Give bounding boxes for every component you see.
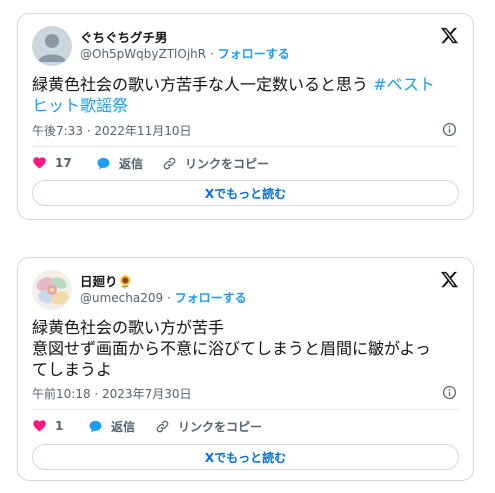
author-name-row: 日廻り🌻 [80, 271, 133, 290]
copy-link-label: リンクをコピー [185, 157, 270, 171]
reply-button[interactable]: 返信 [96, 155, 143, 172]
like-count: 17 [55, 155, 72, 170]
copy-link-label: リンクをコピー [178, 420, 263, 434]
copy-link-button[interactable]: リンクをコピー [162, 155, 269, 172]
reply-bubble-icon [89, 420, 102, 433]
author-name[interactable]: 日廻り [80, 274, 118, 289]
separator-dot: · [166, 291, 171, 305]
hashtag-link-continued[interactable]: ヒット歌謡祭 [32, 96, 128, 115]
timestamp[interactable]: 午後7:33 · 2022年11月10日 [32, 122, 191, 139]
tweet-text-line: 緑黄色社会の歌い方が苦手 [32, 318, 225, 337]
sunflower-emoji: 🌻 [117, 274, 134, 289]
hashtag-link[interactable]: #ベスト [373, 75, 435, 94]
x-logo-icon[interactable] [440, 270, 459, 289]
info-icon[interactable] [442, 385, 457, 400]
tweet-text: 緑黄色社会の歌い方苦手な人一定数いると思う #ベスト ヒット歌謡祭 [32, 74, 459, 116]
flower-avatar-image [32, 270, 72, 310]
heart-icon [33, 157, 46, 169]
divider [32, 146, 459, 147]
avatar[interactable] [32, 26, 72, 66]
divider [32, 409, 459, 410]
author-handle-line: @Oh5pWqbyZTlOjhR · フォローする [80, 45, 290, 62]
tweet-text-line: 意図せず画面から不意に浴びてしまうと眉間に皺がよっ [32, 339, 431, 358]
link-icon [156, 420, 169, 433]
reply-button[interactable]: 返信 [88, 418, 135, 435]
x-logo-icon[interactable] [440, 26, 459, 45]
tweet-text: 緑黄色社会の歌い方が苦手 意図せず画面から不意に浴びてしまうと眉間に皺がよっ て… [32, 317, 459, 380]
like-button[interactable]: 1 [32, 418, 63, 433]
tweet-card-2: 日廻り🌻 @umecha209 · フォローする 緑黄色社会の歌い方が苦手 意図… [17, 257, 474, 481]
reply-label: 返信 [111, 420, 136, 434]
author-handle[interactable]: @Oh5pWqbyZTlOjhR [80, 47, 206, 61]
tweet-text-line: てしまうよ [32, 360, 113, 379]
action-bar: 17 返信 リンクをコピー [32, 155, 459, 173]
author-name[interactable]: ぐちぐちグチ男 [80, 27, 168, 46]
read-more-button[interactable]: Xでもっと読む [32, 444, 459, 470]
follow-button[interactable]: フォローする [175, 291, 247, 305]
separator-dot: · [209, 47, 214, 61]
follow-button[interactable]: フォローする [218, 47, 290, 61]
heart-icon [33, 420, 46, 432]
author-handle[interactable]: @umecha209 [80, 291, 163, 305]
avatar[interactable] [32, 270, 72, 310]
read-more-button[interactable]: Xでもっと読む [32, 180, 459, 206]
copy-link-button[interactable]: リンクをコピー [155, 418, 262, 435]
link-icon [163, 157, 176, 170]
like-button[interactable]: 17 [32, 155, 72, 170]
reply-bubble-icon [97, 157, 110, 170]
default-avatar-icon [32, 26, 72, 66]
author-handle-line: @umecha209 · フォローする [80, 289, 247, 306]
tweet-text-line: 緑黄色社会の歌い方苦手な人一定数いると思う [32, 75, 374, 94]
info-icon[interactable] [442, 122, 457, 137]
reply-label: 返信 [119, 157, 144, 171]
tweet-card-1: ぐちぐちグチ男 @Oh5pWqbyZTlOjhR · フォローする 緑黄色社会の… [17, 13, 474, 220]
action-bar: 1 返信 リンクをコピー [32, 418, 459, 436]
timestamp[interactable]: 午前10:18 · 2023年7月30日 [32, 385, 191, 402]
like-count: 1 [55, 418, 64, 433]
